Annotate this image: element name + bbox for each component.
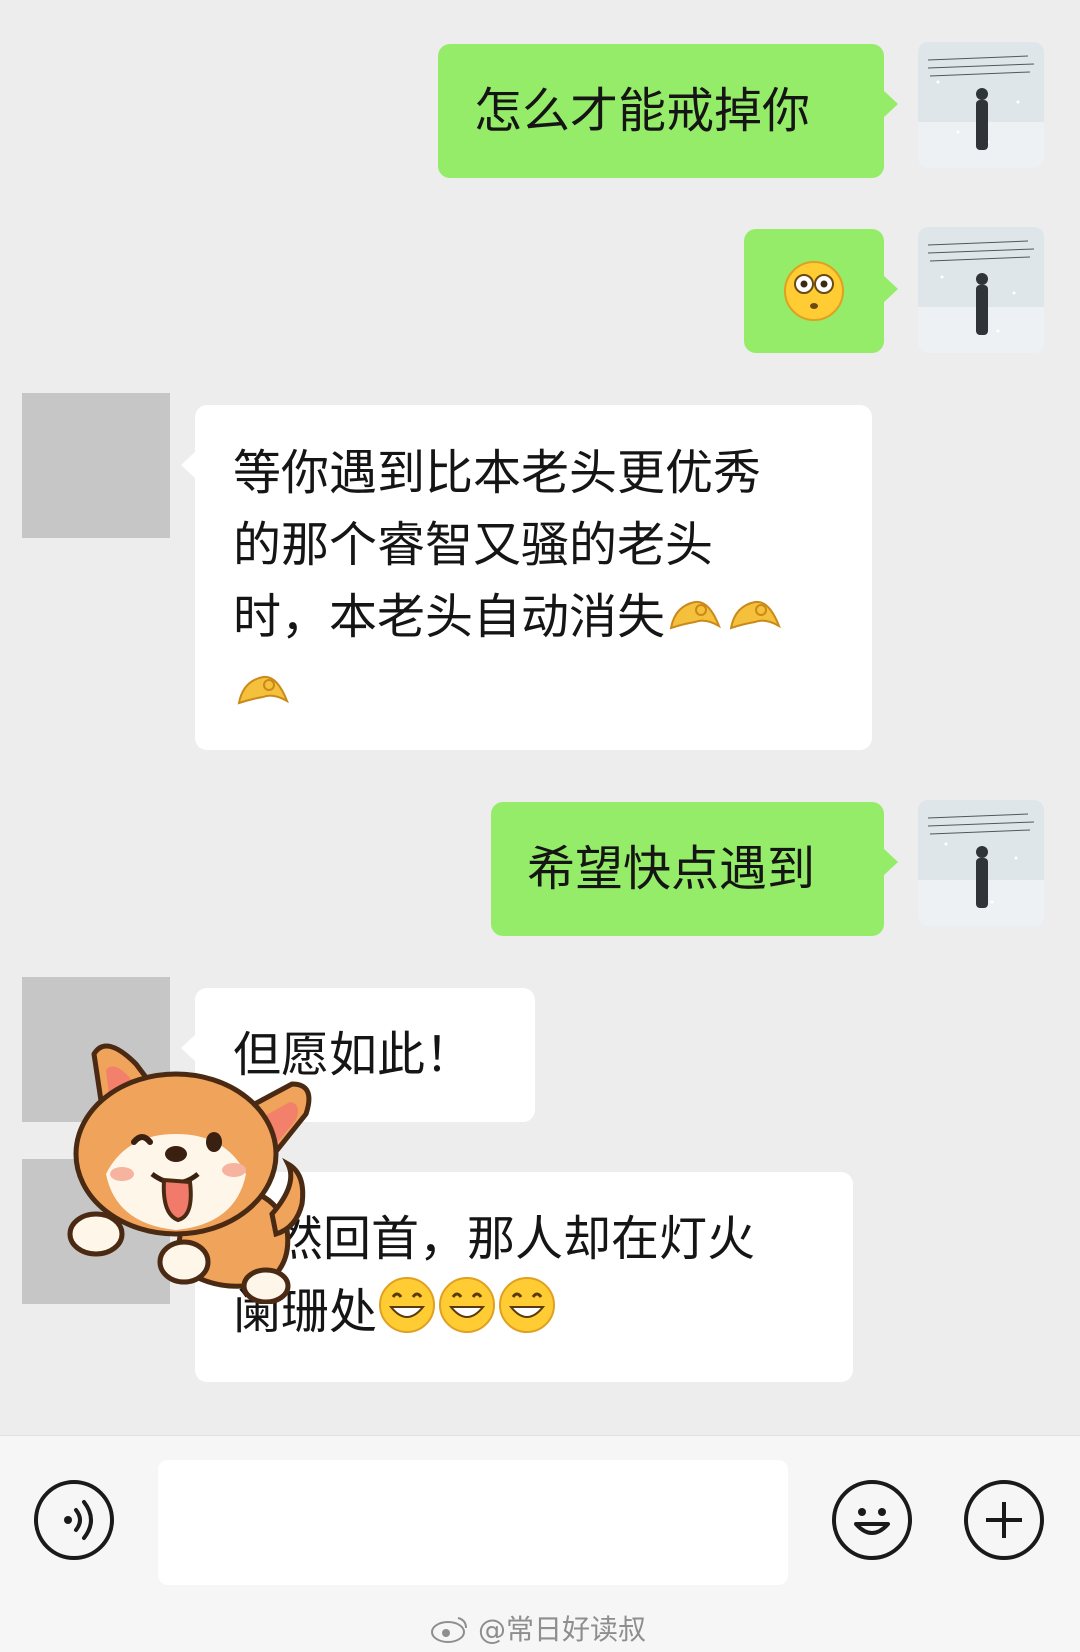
grinning-face-icon bbox=[497, 1275, 557, 1355]
weibo-icon bbox=[431, 1617, 467, 1643]
voice-button[interactable] bbox=[34, 1480, 114, 1560]
message-text: 希望快点遇到 bbox=[527, 841, 816, 897]
ok-hand-icon bbox=[665, 584, 725, 656]
more-button[interactable] bbox=[964, 1480, 1044, 1560]
flushed-face-icon bbox=[784, 261, 844, 321]
ok-hand-icon bbox=[233, 659, 293, 731]
message-text-line: 时，本老头自动消失 bbox=[233, 589, 666, 645]
message-text-line: 等你遇到比本老头更优秀 bbox=[233, 445, 762, 501]
avatar-contact[interactable] bbox=[22, 393, 170, 538]
emoji-icon bbox=[854, 1508, 890, 1535]
grinning-face-icon bbox=[377, 1275, 437, 1355]
chat-input-bar: @常日好读叔 bbox=[0, 1435, 1080, 1652]
avatar-self[interactable] bbox=[918, 800, 1044, 926]
ok-hand-icon bbox=[725, 584, 785, 656]
plus-icon bbox=[986, 1502, 1022, 1538]
voice-icon bbox=[64, 1500, 93, 1540]
message-bubble-theirs[interactable]: 等你遇到比本老头更优秀 的那个睿智又骚的老头 时，本老头自动消失 bbox=[181, 405, 872, 750]
message-bubble-mine[interactable]: 希望快点遇到 bbox=[491, 802, 898, 936]
message-input[interactable] bbox=[158, 1460, 788, 1585]
message-text-line: 的那个睿智又骚的老头 bbox=[233, 517, 714, 573]
message-bubble-mine[interactable]: 怎么才能戒掉你 bbox=[438, 44, 898, 178]
message-bubble-mine[interactable] bbox=[744, 229, 898, 353]
message-text: 怎么才能戒掉你 bbox=[474, 83, 811, 139]
corgi-sticker bbox=[66, 1024, 324, 1305]
watermark: @常日好读叔 bbox=[430, 1608, 646, 1648]
avatar-self[interactable] bbox=[918, 42, 1044, 168]
grinning-face-icon bbox=[437, 1275, 497, 1355]
watermark-text: @常日好读叔 bbox=[478, 1613, 647, 1646]
message-list[interactable]: 怎么才能戒掉你 等你遇到比本老头更优秀 的那个睿智又骚的老头 时，本老头自动消失… bbox=[0, 0, 1080, 1435]
emoji-button[interactable] bbox=[832, 1480, 912, 1560]
message-text-line: 然回首，那人却在灯火 bbox=[275, 1211, 756, 1267]
avatar-self[interactable] bbox=[918, 227, 1044, 353]
